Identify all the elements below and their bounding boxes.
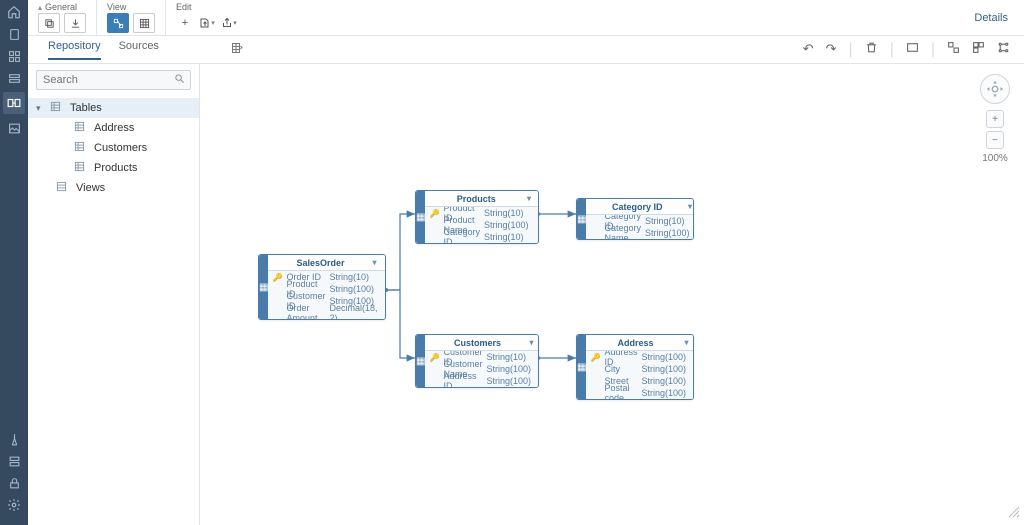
layers-icon[interactable] (6, 70, 22, 86)
tool-icon[interactable] (6, 431, 22, 447)
ribbon-group-label: Edit (176, 2, 192, 12)
tree-label: Products (94, 162, 137, 174)
dashboard-icon[interactable] (6, 48, 22, 64)
views-icon (56, 181, 70, 195)
chevron-down-icon[interactable]: ▾ (684, 338, 694, 347)
add-button[interactable]: + (176, 13, 194, 33)
table-icon: ▦ (416, 191, 425, 243)
table-icon: ▦ (577, 335, 586, 399)
zoom-out-button[interactable]: − (986, 131, 1004, 149)
chevron-down-icon[interactable]: ▾ (688, 202, 694, 211)
tree-label: Customers (94, 142, 147, 154)
node-title: Customers (425, 338, 529, 348)
ribbon-group-edit: Edit + ▾ ▾ (166, 0, 248, 36)
key-icon: 🔑 (429, 353, 439, 362)
zoom-in-button[interactable]: + (986, 110, 1004, 128)
undo-button[interactable]: ↶ (803, 41, 814, 59)
fit-screen-button[interactable] (906, 41, 919, 59)
image-icon[interactable] (6, 120, 22, 136)
chevron-down-icon: ▾ (36, 103, 44, 114)
key-icon: 🔑 (590, 353, 600, 362)
page-icon[interactable] (6, 26, 22, 42)
auto-layout-button[interactable] (997, 41, 1010, 59)
node-address[interactable]: ▦ Address▾ 🔑Address IDString(100) CitySt… (576, 334, 694, 400)
lock-icon[interactable] (6, 475, 22, 491)
node-products[interactable]: ▦ Products▾ 🔑Product IDString(10) Produc… (415, 190, 539, 244)
node-title: Category ID (586, 202, 688, 212)
ribbon-group-label: View (107, 2, 126, 12)
table-icon (74, 161, 88, 175)
tree-label: Views (76, 182, 105, 194)
tree-node-address[interactable]: Address (28, 118, 199, 138)
server-icon[interactable] (6, 453, 22, 469)
table-icon: ▦ (416, 335, 425, 387)
delete-button[interactable] (865, 41, 878, 59)
details-link[interactable]: Details (974, 12, 1024, 24)
layout-button-2[interactable] (972, 41, 985, 59)
tree-label: Tables (70, 102, 102, 114)
chevron-down-icon[interactable]: ▾ (529, 338, 539, 347)
column-row: Postal codeString(100) (586, 387, 694, 399)
chevron-down-icon[interactable]: ▾ (372, 258, 384, 267)
node-title: Products (425, 194, 527, 204)
column-row: Category NameString(100) (586, 227, 694, 239)
tree-label: Address (94, 122, 134, 134)
key-icon: 🔑 (272, 273, 282, 282)
chevron-up-icon[interactable]: ▴ (38, 3, 42, 12)
layout-button-1[interactable] (947, 41, 960, 59)
node-salesorder[interactable]: ▦ SalesOrder▾ 🔑Order IDString(10) Produc… (258, 254, 386, 320)
search-icon[interactable] (174, 73, 185, 87)
export-button[interactable]: ▾ (220, 13, 238, 33)
column-row: Order AmountDecimal(18, 2) (268, 307, 386, 319)
column-row: 🔑Address IDString(100) (586, 351, 694, 363)
import-button[interactable]: ▾ (198, 13, 216, 33)
ribbon-group-view: View (97, 0, 166, 36)
chevron-down-icon[interactable]: ▾ (527, 194, 539, 203)
table-icon: ▦ (577, 199, 586, 239)
ribbon-group-label: General (45, 2, 77, 12)
table-icon (74, 141, 88, 155)
home-icon[interactable] (6, 4, 22, 20)
node-customers[interactable]: ▦ Customers▾ 🔑Customer IDString(10) Cust… (415, 334, 539, 388)
tree-node-products[interactable]: Products (28, 158, 199, 178)
ribbon-group-general: ▴ General (28, 0, 97, 36)
download-button[interactable] (64, 13, 86, 33)
table-icon: ▦ (259, 255, 268, 319)
repository-tree: ▾ Tables Address Customers Products View… (28, 96, 199, 198)
tab-sources[interactable]: Sources (119, 40, 159, 60)
table-icon (50, 101, 64, 115)
resize-handle-icon[interactable] (1008, 506, 1020, 521)
diagram-canvas[interactable]: ▦ SalesOrder▾ 🔑Order IDString(10) Produc… (200, 64, 1024, 525)
diagram-view-button[interactable] (107, 13, 129, 33)
zoom-controls: + − 100% (980, 74, 1010, 164)
column-row: CityString(100) (586, 363, 694, 375)
tree-node-views[interactable]: Views (28, 178, 199, 198)
model-icon[interactable] (3, 92, 25, 114)
repository-panel: ▾ Tables Address Customers Products View… (28, 64, 200, 525)
sub-toolbar: Repository Sources ↶ ↷ | | | (28, 36, 1024, 64)
app-nav-rail (0, 0, 28, 525)
tree-node-customers[interactable]: Customers (28, 138, 199, 158)
pan-compass[interactable] (980, 74, 1010, 104)
node-title: SalesOrder (268, 258, 372, 268)
grid-view-button[interactable] (133, 13, 155, 33)
column-row: StreetString(100) (586, 375, 694, 387)
node-title: Address (586, 338, 684, 348)
zoom-level: 100% (980, 153, 1010, 164)
gear-icon[interactable] (6, 497, 22, 513)
key-icon: 🔑 (429, 209, 439, 218)
search-input[interactable] (36, 70, 191, 90)
table-icon[interactable] (230, 42, 244, 57)
table-icon (74, 121, 88, 135)
ribbon: ▴ General View Edit + (28, 0, 1024, 36)
tree-node-tables[interactable]: ▾ Tables (28, 98, 199, 118)
tab-repository[interactable]: Repository (48, 40, 101, 60)
copy-button[interactable] (38, 13, 60, 33)
column-row: Category IDString(10) (425, 231, 539, 243)
redo-button[interactable]: ↷ (826, 41, 837, 59)
node-category[interactable]: ▦ Category ID▾ Category IDString(10) Cat… (576, 198, 694, 240)
column-row: Address IDString(100) (425, 375, 539, 387)
